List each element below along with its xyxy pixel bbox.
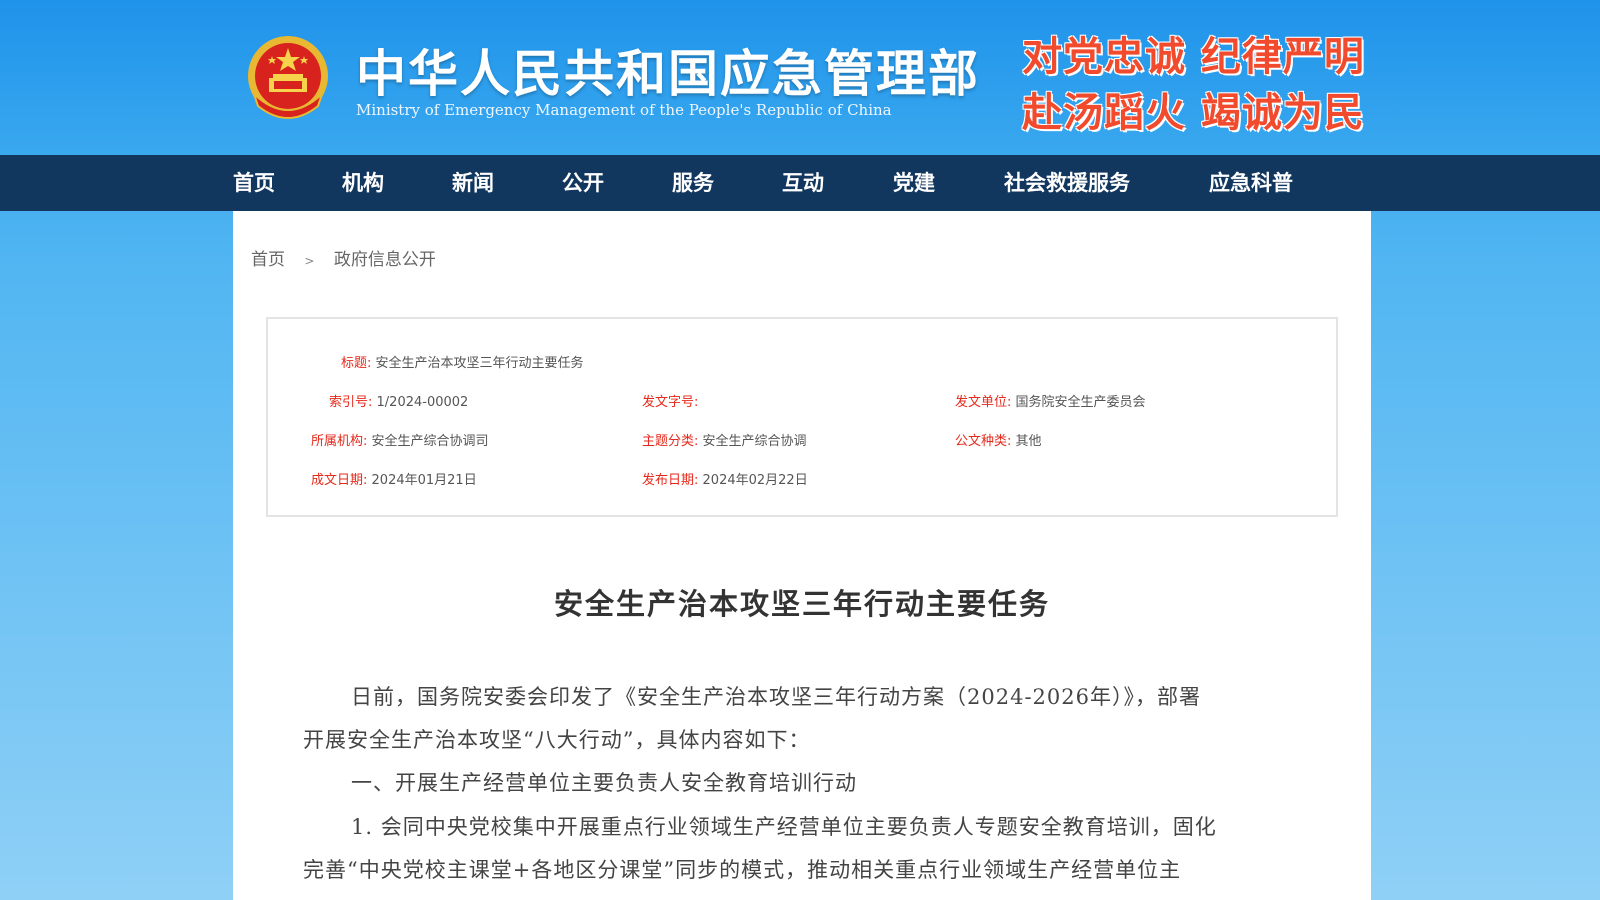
meta-org: 所属机构: 安全生产综合协调司 — [311, 430, 489, 449]
meta-title: 标题: 安全生产治本攻坚三年行动主要任务 — [341, 352, 584, 371]
article-paragraph-3-line-1: 1. 会同中央党校集中开展重点行业领域生产经营单位主要负责人专题安全教育培训，固… — [351, 815, 1217, 839]
article-title: 安全生产治本攻坚三年行动主要任务 — [553, 587, 1050, 621]
meta-topic: 主题分类: 安全生产综合协调 — [642, 430, 807, 449]
document-metadata-box: 标题: 安全生产治本攻坚三年行动主要任务 索引号: 1/2024-00002 发… — [266, 317, 1338, 517]
meta-doctype-label: 公文种类: — [955, 434, 1012, 449]
nav-item-social-rescue[interactable]: 社会救援服务 — [1004, 155, 1130, 211]
meta-title-value: 安全生产治本攻坚三年行动主要任务 — [375, 356, 584, 371]
meta-issuer-label: 发文单位: — [955, 395, 1012, 410]
main-nav: 首页 机构 新闻 公开 服务 互动 党建 社会救援服务 应急科普 — [0, 155, 1600, 211]
site-title[interactable]: 中华人民共和国应急管理部 — [356, 34, 980, 106]
meta-topic-value: 安全生产综合协调 — [702, 434, 807, 449]
meta-index-value: 1/2024-00002 — [376, 395, 469, 410]
meta-org-label: 所属机构: — [311, 434, 368, 449]
meta-published-value: 2024年02月22日 — [702, 473, 808, 488]
nav-item-services[interactable]: 服务 — [672, 155, 714, 211]
meta-index-label: 索引号: — [329, 395, 373, 410]
nav-item-disclosure[interactable]: 公开 — [562, 155, 604, 211]
meta-doctype: 公文种类: 其他 — [955, 430, 1042, 449]
meta-doctype-value: 其他 — [1015, 434, 1042, 449]
meta-org-value: 安全生产综合协调司 — [371, 434, 489, 449]
content-panel: 首页 > 政府信息公开 标题: 安全生产治本攻坚三年行动主要任务 索引号: 1/… — [233, 211, 1371, 900]
meta-topic-label: 主题分类: — [642, 434, 699, 449]
meta-title-label: 标题: — [341, 356, 372, 371]
breadcrumb-home-link[interactable]: 首页 — [251, 250, 285, 270]
slogan-line-1: 对党忠诚 纪律严明 — [1022, 33, 1365, 80]
nav-item-news[interactable]: 新闻 — [452, 155, 494, 211]
meta-created-label: 成文日期: — [311, 473, 368, 488]
meta-index: 索引号: 1/2024-00002 — [329, 391, 468, 410]
meta-published: 发布日期: 2024年02月22日 — [642, 469, 808, 488]
article-section-heading-1: 一、开展生产经营单位主要负责人安全教育培训行动 — [351, 771, 857, 795]
meta-issuer-value: 国务院安全生产委员会 — [1015, 395, 1146, 410]
meta-created: 成文日期: 2024年01月21日 — [311, 469, 477, 488]
nav-item-emergency-science[interactable]: 应急科普 — [1209, 155, 1293, 211]
site-subtitle: Ministry of Emergency Management of the … — [356, 101, 892, 119]
site-header: 中华人民共和国应急管理部 Ministry of Emergency Manag… — [0, 0, 1600, 155]
article-paragraph-1-line-2: 开展安全生产治本攻坚“八大行动”，具体内容如下： — [303, 728, 811, 752]
nav-item-interaction[interactable]: 互动 — [782, 155, 824, 211]
nav-item-organization[interactable]: 机构 — [342, 155, 384, 211]
national-emblem-icon[interactable] — [244, 34, 332, 122]
breadcrumb-current-link[interactable]: 政府信息公开 — [334, 250, 436, 270]
article-paragraph-1-line-1: 日前，国务院安委会印发了《安全生产治本攻坚三年行动方案（2024-2026年）》… — [351, 685, 1201, 709]
meta-docno-label: 发文字号: — [642, 395, 699, 410]
article-paragraph-3-line-2: 完善“中央党校主课堂+各地区分课堂”同步的模式，推动相关重点行业领域生产经营单位… — [303, 858, 1182, 882]
slogan-line-2: 赴汤蹈火 竭诚为民 — [1022, 89, 1365, 136]
meta-issuer: 发文单位: 国务院安全生产委员会 — [955, 391, 1146, 410]
breadcrumb-separator: > — [304, 254, 315, 268]
meta-created-value: 2024年01月21日 — [371, 473, 477, 488]
breadcrumb: 首页 > 政府信息公开 — [251, 245, 436, 270]
nav-item-party-building[interactable]: 党建 — [893, 155, 935, 211]
meta-published-label: 发布日期: — [642, 473, 699, 488]
nav-item-home[interactable]: 首页 — [233, 155, 275, 211]
meta-docno: 发文字号: — [642, 391, 698, 410]
